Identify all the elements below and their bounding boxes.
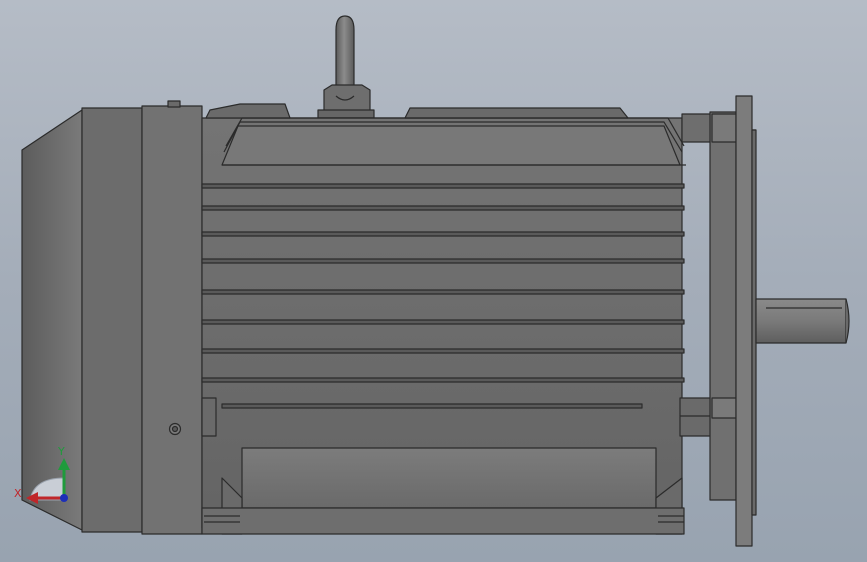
fan-cover[interactable] — [21, 100, 203, 535]
y-axis-label: Y — [57, 445, 65, 458]
z-axis-dot — [60, 494, 68, 502]
cover-screw — [168, 422, 182, 436]
output-shaft[interactable] — [755, 298, 850, 344]
lifting-eye[interactable] — [317, 15, 375, 119]
cad-viewport[interactable]: Y X — [0, 0, 867, 562]
end-shield[interactable] — [681, 95, 757, 547]
mounting-base[interactable] — [201, 447, 685, 535]
stator-housing[interactable] — [201, 103, 713, 535]
motor-model[interactable] — [21, 15, 850, 547]
x-axis-label: X — [14, 487, 22, 500]
